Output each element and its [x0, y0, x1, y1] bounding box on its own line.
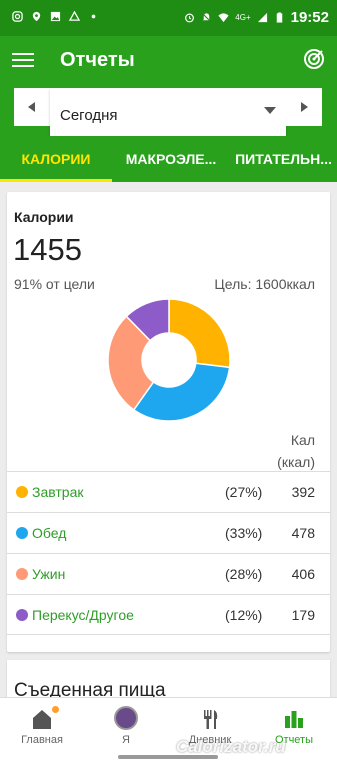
nav-home[interactable]: Главная [0, 704, 84, 754]
gesture-bar[interactable] [118, 755, 218, 759]
network-type: 4G+ [235, 13, 251, 22]
donut-slice-1 [132, 362, 231, 422]
page-title: Отчеты [60, 49, 135, 71]
tab-macronutrients[interactable]: МАКРОЭЛЕ... [112, 136, 230, 182]
meal-row-dinner[interactable]: Ужин (28%) 406 [7, 553, 330, 594]
nav-label: Я [122, 734, 130, 746]
meal-kcal: 406 [291, 566, 315, 582]
report-tabs: КАЛОРИИ МАКРОЭЛЕ... ПИТАТЕЛЬН... [0, 136, 337, 182]
meal-percent: (12%) [225, 607, 263, 623]
battery-icon [276, 12, 282, 23]
meal-kcal: 392 [291, 484, 315, 500]
meal-kcal: 179 [291, 607, 315, 623]
date-dropdown[interactable]: Сегодня [50, 88, 286, 138]
notification-dot [52, 706, 59, 713]
legend-dot [16, 527, 28, 539]
chevron-down-icon [264, 107, 276, 114]
meal-kcal: 478 [291, 525, 315, 541]
meal-name: Обед [32, 525, 67, 541]
nav-label: Главная [21, 734, 63, 746]
instagram-icon [12, 11, 23, 22]
bar-chart-icon [285, 711, 303, 728]
card-title: Калории [14, 209, 74, 225]
meal-percent: (27%) [225, 484, 263, 500]
previous-date-button[interactable] [14, 88, 50, 126]
legend-dot [16, 486, 28, 498]
nav-me[interactable]: Я [84, 704, 168, 754]
date-selector-row: Сегодня [0, 86, 337, 138]
next-date-button[interactable] [286, 88, 322, 126]
dot-icon [91, 14, 96, 19]
meal-percent: (28%) [225, 566, 263, 582]
system-icons: 4G+ 19:52 [184, 9, 329, 26]
gallery-icon [50, 11, 61, 22]
meal-name: Завтрак [32, 484, 84, 500]
alarm-icon [185, 13, 195, 23]
notification-icons [12, 11, 99, 22]
home-icon [33, 710, 51, 729]
date-dropdown-value: Сегодня [60, 107, 118, 124]
wifi-icon [218, 13, 229, 23]
meal-name: Ужин [32, 566, 66, 582]
legend-dot [16, 609, 28, 621]
percent-of-goal: 91% от цели [14, 276, 95, 292]
tab-nutrients[interactable]: ПИТАТЕЛЬН... [230, 136, 337, 182]
meal-name: Перекус/Другое [32, 607, 134, 623]
meal-row-breakfast[interactable]: Завтрак (27%) 392 [7, 471, 330, 512]
location-icon [32, 11, 41, 22]
watermark: Calorizator.ru [176, 737, 286, 756]
avatar [114, 706, 138, 730]
meal-percent: (33%) [225, 525, 263, 541]
cutlery-icon [204, 710, 218, 729]
app-bar: Отчеты [0, 36, 337, 86]
signal-icon [257, 12, 267, 23]
tab-calories[interactable]: КАЛОРИИ [0, 136, 112, 182]
meal-row-lunch[interactable]: Обед (33%) 478 [7, 512, 330, 553]
status-time: 19:52 [290, 9, 329, 26]
target-goal-icon[interactable] [303, 48, 325, 70]
mute-icon [202, 12, 212, 23]
column-header-kcal: Кал [290, 432, 315, 448]
calories-card: Калории 1455 91% от цели Цель: 1600ккал … [7, 192, 330, 652]
legend-dot [16, 568, 28, 580]
calories-donut-chart [107, 298, 231, 422]
meal-row-snack[interactable]: Перекус/Другое (12%) 179 [7, 594, 330, 635]
donut-slice-0 [168, 298, 231, 369]
menu-icon[interactable] [12, 49, 34, 71]
drive-icon [69, 11, 80, 21]
calories-total: 1455 [13, 232, 82, 267]
status-bar: 4G+ 19:52 [0, 0, 337, 36]
chevron-right-icon [301, 102, 308, 112]
chevron-left-icon [28, 102, 35, 112]
calorie-goal: Цель: 1600ккал [214, 276, 315, 292]
column-header-unit: (ккал) [277, 454, 315, 470]
